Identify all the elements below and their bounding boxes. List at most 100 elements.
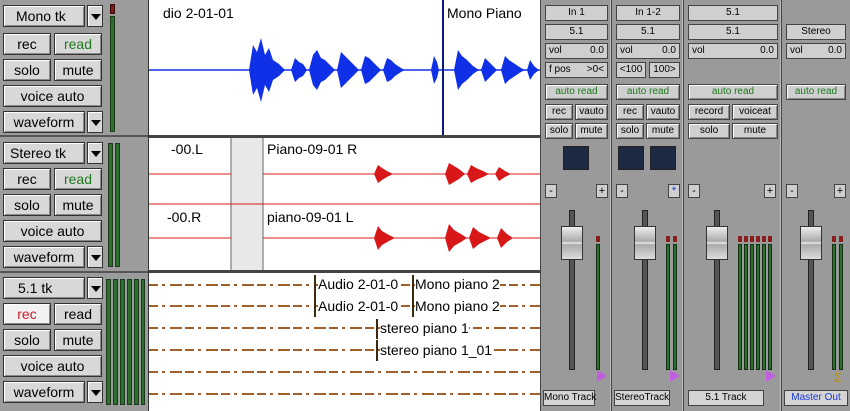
view-menu-arrow-icon[interactable] (87, 111, 103, 133)
clip-label[interactable]: -00.R (167, 209, 201, 225)
automation-read-button[interactable]: read (54, 33, 102, 55)
view-selector[interactable]: waveform (3, 381, 85, 403)
clip-label[interactable]: Piano-09-01 R (267, 141, 357, 157)
rec-button[interactable]: rec (3, 168, 51, 190)
voice-auto-button[interactable]: vauto (575, 104, 608, 120)
mute-button[interactable]: mute (54, 59, 102, 81)
volume-fader[interactable] (706, 226, 728, 260)
input-selector[interactable]: 5.1 (688, 5, 778, 21)
clip-label[interactable]: Audio 2-01-0 (318, 298, 399, 314)
volume-fader[interactable] (561, 226, 583, 260)
view-menu-arrow-icon[interactable] (87, 381, 103, 403)
automation-mode-button[interactable]: auto read (688, 84, 778, 100)
clip-label[interactable]: Mono piano 2 (415, 298, 500, 314)
track-name-field[interactable]: Mono tk (3, 5, 85, 27)
automation-mode-button[interactable]: auto read (545, 84, 608, 100)
volume-field[interactable]: vol 0.0 (688, 43, 778, 59)
clip-label[interactable]: stereo piano 1_01 (380, 342, 493, 358)
mute-button[interactable]: mute (575, 123, 608, 139)
automation-mode-button[interactable]: auto read (616, 84, 680, 100)
plus-button[interactable]: + (834, 184, 846, 198)
solo-button[interactable]: solo (616, 123, 644, 139)
track-name-field[interactable]: Stereo tk (3, 142, 85, 164)
record-button[interactable]: record (688, 104, 730, 120)
rec-button[interactable]: rec (616, 104, 644, 120)
minus-button[interactable]: - (688, 184, 700, 198)
rec-button[interactable]: rec (3, 33, 51, 55)
surround-panner-right[interactable] (650, 146, 676, 170)
output-selector[interactable]: 5.1 (616, 24, 680, 40)
mute-button[interactable]: mute (54, 329, 102, 351)
volume-fader[interactable] (800, 226, 822, 260)
track-name[interactable]: StereoTrack (614, 390, 670, 406)
track-menu-arrow-icon[interactable] (87, 277, 103, 299)
clip-label[interactable]: Mono piano 2 (415, 276, 500, 292)
track-name[interactable]: Mono Track (543, 390, 596, 406)
pan-value: >0< (586, 64, 604, 75)
pan-left-field[interactable]: <100 (616, 62, 646, 78)
mute-button[interactable]: mute (54, 194, 102, 216)
output-selector[interactable]: 5.1 (545, 24, 608, 40)
pan-right-field[interactable]: 100> (649, 62, 680, 78)
voice-button[interactable]: voice auto (3, 220, 102, 242)
input-selector[interactable]: In 1-2 (616, 5, 680, 21)
level-meter-3 (120, 279, 125, 405)
volume-field[interactable]: vol 0.0 (786, 43, 846, 59)
minus-button[interactable]: - (786, 184, 798, 198)
rec-button[interactable]: rec (545, 104, 573, 120)
lane-mono[interactable]: dio 2-01-01 Mono Piano (149, 0, 541, 136)
link-icon[interactable]: * (668, 184, 680, 198)
output-selector[interactable]: Stereo (786, 24, 846, 40)
view-menu-arrow-icon[interactable] (87, 246, 103, 268)
clip-label[interactable]: Audio 2-01-0 (318, 276, 399, 292)
rec-button[interactable]: rec (3, 303, 51, 325)
minus-button[interactable]: - (616, 184, 628, 198)
mute-button[interactable]: mute (646, 123, 680, 139)
volume-label: vol (620, 45, 633, 56)
solo-button[interactable]: solo (3, 329, 51, 351)
volume-field[interactable]: vol 0.0 (545, 43, 608, 59)
minus-button[interactable]: - (545, 184, 557, 198)
plus-button[interactable]: + (764, 184, 776, 198)
play-icon (766, 370, 776, 382)
clip-label[interactable]: stereo piano 1 (380, 320, 469, 336)
surround-panner-left[interactable] (618, 146, 644, 170)
automation-mode-button[interactable]: auto read (786, 84, 846, 100)
automation-read-button[interactable]: read (54, 168, 102, 190)
voice-auto-button[interactable]: voiceat (732, 104, 778, 120)
input-selector[interactable]: In 1 (545, 5, 608, 21)
volume-fader[interactable] (634, 226, 656, 260)
clip-label[interactable]: piano-09-01 L (267, 209, 353, 225)
output-selector[interactable]: 5.1 (688, 24, 778, 40)
track-menu-arrow-icon[interactable] (87, 142, 103, 164)
plus-button[interactable]: + (596, 184, 608, 198)
clip-label[interactable]: dio 2-01-01 (163, 5, 234, 21)
pan-field[interactable]: f pos >0< (545, 62, 608, 78)
automation-read-button[interactable]: read (54, 303, 102, 325)
track-name-field[interactable]: 5.1 tk (3, 277, 85, 299)
mute-button[interactable]: mute (732, 123, 778, 139)
edit-window[interactable]: dio 2-01-01 Mono Piano -00.L Piano-09-01… (148, 0, 541, 411)
lane-surround[interactable]: Audio 2-01-0 Mono piano 2 Audio 2-01-0 M… (149, 273, 541, 411)
solo-button[interactable]: solo (688, 123, 730, 139)
view-selector[interactable]: waveform (3, 111, 85, 133)
view-selector[interactable]: waveform (3, 246, 85, 268)
track-name[interactable]: 5.1 Track (688, 390, 764, 406)
voice-button[interactable]: voice auto (3, 85, 102, 107)
solo-button[interactable]: solo (3, 59, 51, 81)
track-menu-arrow-icon[interactable] (87, 5, 103, 27)
solo-button[interactable]: solo (3, 194, 51, 216)
meter-clip-indicator (750, 236, 754, 242)
play-icon (670, 370, 680, 382)
voice-button[interactable]: voice auto (3, 355, 102, 377)
clip-label[interactable]: -00.L (171, 141, 203, 157)
solo-button[interactable]: solo (545, 123, 573, 139)
surround-panner[interactable] (563, 146, 589, 170)
volume-field[interactable]: vol 0.0 (616, 43, 680, 59)
volume-label: vol (549, 45, 562, 56)
track-name[interactable]: Master Out (784, 390, 848, 406)
clip-label[interactable]: Mono Piano (447, 5, 522, 21)
lane-stereo[interactable]: -00.L Piano-09-01 R -00.R piano-09-01 L (149, 138, 541, 271)
voice-auto-button[interactable]: vauto (646, 104, 680, 120)
meter-clip-indicator (768, 236, 772, 242)
